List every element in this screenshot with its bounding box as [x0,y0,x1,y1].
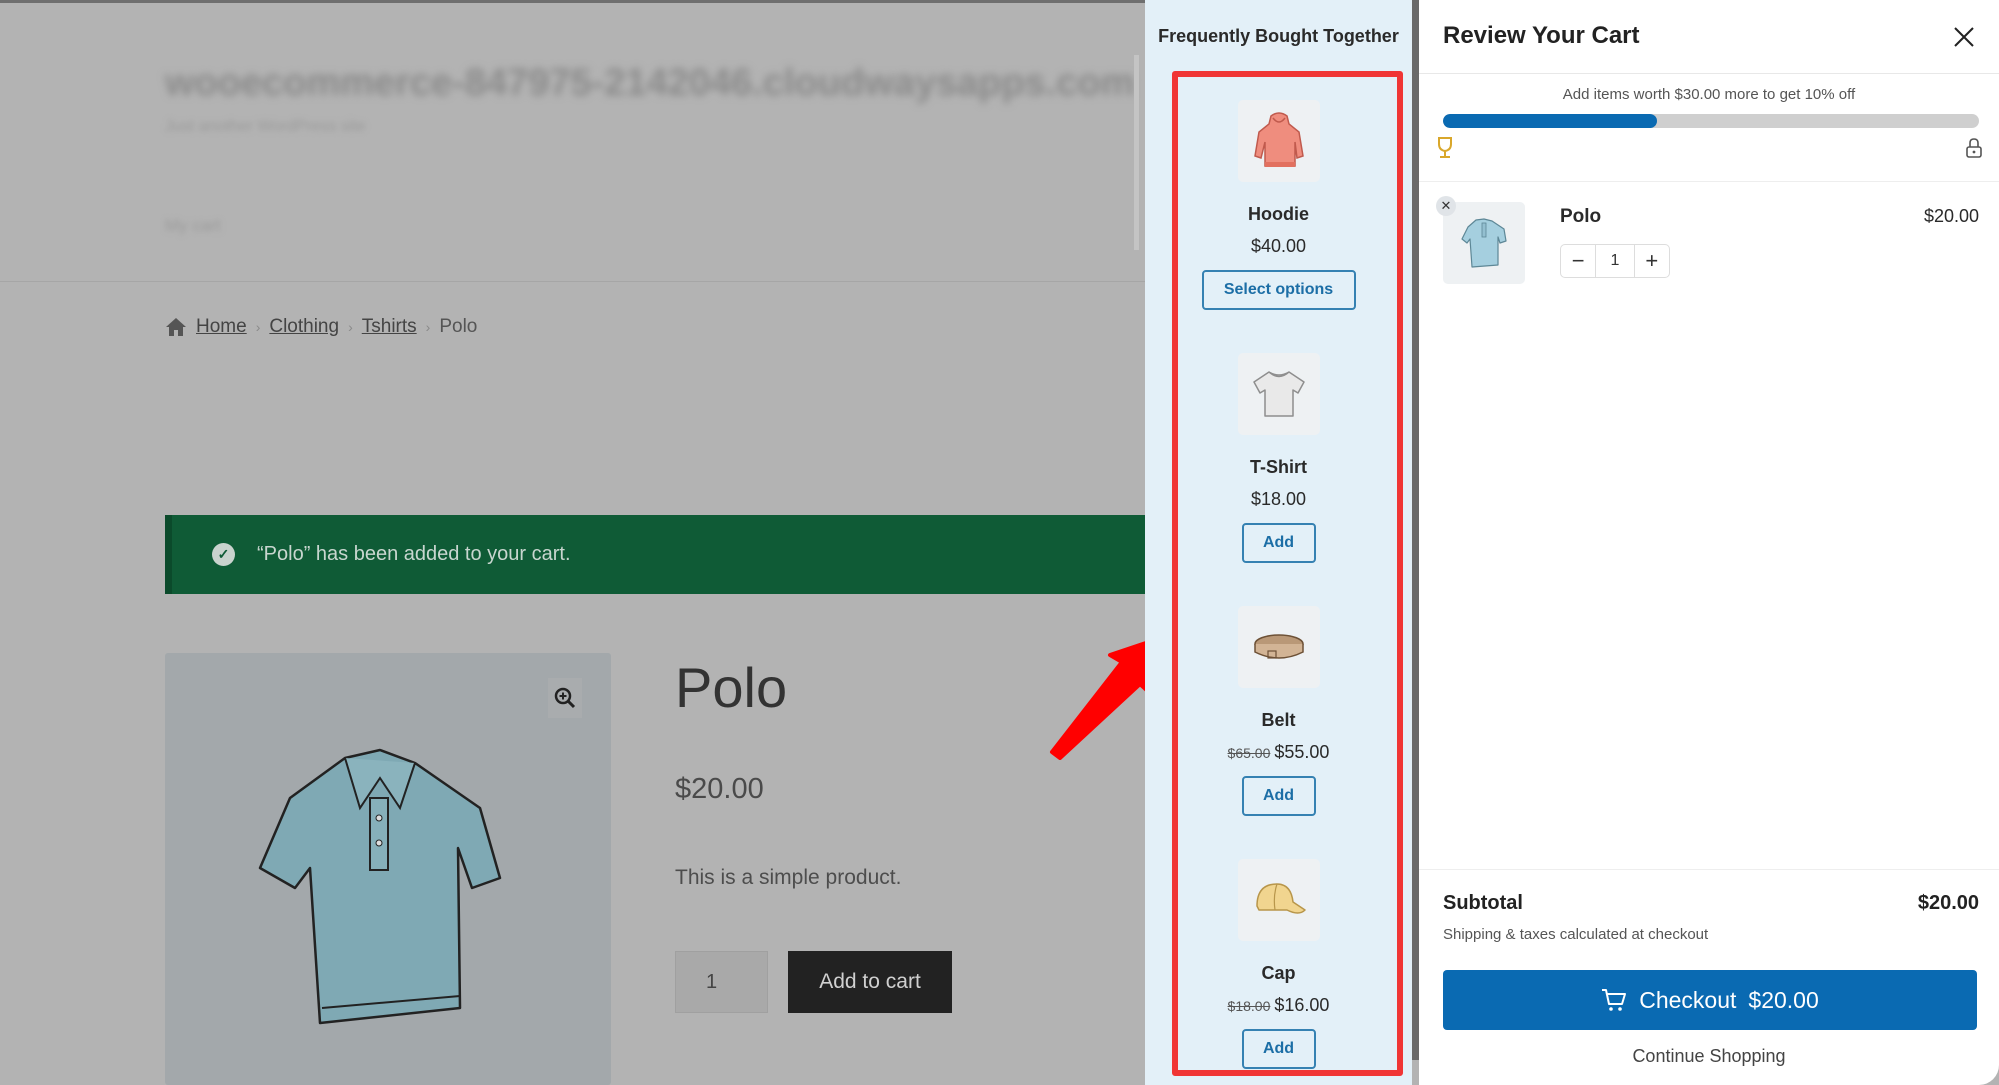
fbt-add-button[interactable]: Add [1241,1029,1316,1069]
checkout-amount: $20.00 [1748,986,1819,1013]
site-title[interactable]: wooecommerce-847975-2142046.cloudwaysapp… [165,62,1135,105]
fbt-item-belt: Belt $65.00 $55.00 Add [1145,606,1412,816]
store-page-background: wooecommerce-847975-2142046.cloudwaysapp… [0,0,1145,1085]
breadcrumb-clothing[interactable]: Clothing [269,316,339,338]
cap-icon [1255,883,1306,914]
progress-message: Add items worth $30.00 more to get 10% o… [1562,86,1856,103]
fbt-title: Frequently Bought Together [1158,26,1399,46]
cart-item: ✕ Polo $20.00 − 1 + [1436,196,1979,286]
product-description: This is a simple product. [675,866,902,889]
fbt-add-button[interactable]: Add [1241,776,1316,816]
quantity-input[interactable]: 1 [675,951,768,1013]
fbt-item-price: $18.00 $16.00 [1145,995,1412,1016]
hoodie-icon [1253,112,1304,167]
breadcrumb: Home › Clothing › Tshirts › Polo [165,316,477,338]
fbt-item-old-price: $18.00 [1227,998,1271,1014]
site-tagline: Just another WordPress site [165,118,366,135]
product-price: $20.00 [675,773,764,805]
tshirt-icon [1252,371,1305,417]
zoom-in-icon [554,687,576,709]
progress-fill [1443,114,1658,128]
added-to-cart-notice: ✓ “Polo” has been added to your cart. [165,515,1145,594]
polo-product-image [258,748,502,1025]
decrease-quantity-button[interactable]: − [1561,245,1595,277]
breadcrumb-tshirts[interactable]: Tshirts [362,316,417,338]
continue-shopping-link[interactable]: Continue Shopping [1419,1046,1999,1067]
fbt-item-image[interactable] [1237,859,1320,941]
cart-header: Review Your Cart [1419,0,1999,74]
fbt-item-name: Cap [1261,963,1296,983]
close-button[interactable] [1949,22,1979,52]
subtotal-label: Subtotal [1443,892,1523,914]
notice-text: “Polo” has been added to your cart. [257,543,571,565]
checkout-button[interactable]: Checkout $20.00 [1443,970,1977,1030]
site-menu-item[interactable]: My cart [165,216,221,236]
checkout-label: Checkout [1639,986,1737,1013]
fbt-item-image[interactable] [1237,353,1320,435]
fbt-item-current-price: $16.00 [1274,995,1330,1015]
remove-item-button[interactable]: ✕ [1436,196,1456,216]
panel-divider [1412,0,1419,1060]
cart-icon [1602,989,1627,1011]
fbt-item-price: $18.00 [1145,489,1412,510]
fbt-item-name: Hoodie [1248,204,1309,224]
cart-item-name: Polo [1560,206,1602,227]
cart-drawer: Review Your Cart Add items worth $30.00 … [1419,0,1999,1085]
fbt-item-name: Belt [1261,710,1296,730]
zoom-button[interactable] [548,678,582,718]
progress-bar [1443,114,1979,128]
breadcrumb-separator: › [348,319,353,335]
fbt-item-image[interactable] [1237,606,1320,688]
increase-quantity-button[interactable]: + [1635,245,1669,277]
belt-icon [1253,634,1304,659]
fbt-item-hoodie: Hoodie $40.00 Select options [1145,100,1412,310]
fbt-item-price: $65.00 $55.00 [1145,742,1412,763]
cart-item-price: $20.00 [1923,206,1979,226]
product-title: Polo [675,656,788,719]
shipping-note: Shipping & taxes calculated at checkout [1443,926,1709,943]
trophy-icon [1438,137,1452,158]
breadcrumb-separator: › [425,319,431,335]
remove-icon: ✕ [1440,198,1452,213]
breadcrumb-home[interactable]: Home [196,316,247,338]
fbt-item-cap: Cap $18.00 $16.00 Add [1145,859,1412,1069]
subtotal-value: $20.00 [1917,892,1979,914]
product-gallery[interactable] [165,653,611,1085]
fbt-item-image[interactable] [1237,100,1320,182]
fbt-item-tshirt: T-Shirt $18.00 Add [1145,353,1412,563]
plus-icon: + [1645,248,1659,273]
cart-title: Review Your Cart [1443,22,1640,49]
add-to-cart-button[interactable]: Add to cart [788,951,952,1013]
fbt-item-current-price: $55.00 [1274,742,1330,762]
header-divider [1134,55,1139,250]
fbt-item-old-price: $65.00 [1227,745,1271,761]
cart-item-image[interactable] [1443,202,1525,284]
close-icon [1954,27,1974,47]
check-circle-icon: ✓ [212,543,235,566]
fbt-add-button[interactable]: Add [1241,523,1316,563]
fbt-select-options-button[interactable]: Select options [1201,270,1356,310]
breadcrumb-separator: › [255,319,261,335]
lock-icon [1966,138,1982,158]
minus-icon: − [1571,248,1585,273]
site-header: wooecommerce-847975-2142046.cloudwaysapp… [0,0,1145,282]
fbt-item-name: T-Shirt [1250,457,1307,477]
polo-icon [1461,218,1507,268]
breadcrumb-current: Polo [439,316,478,337]
discount-progress: Add items worth $30.00 more to get 10% o… [1419,74,1999,182]
home-icon [166,318,186,336]
cart-footer: Subtotal $20.00 Shipping & taxes calcula… [1419,869,1999,1085]
quantity-stepper: − 1 + [1560,244,1670,278]
frequently-bought-together-panel: Frequently Bought Together Hoodie $40.00… [1145,0,1412,1085]
fbt-item-price: $40.00 [1145,236,1412,257]
quantity-value[interactable]: 1 [1595,245,1635,277]
fbt-item-current-price: $18.00 [1250,489,1307,509]
fbt-item-current-price: $40.00 [1250,236,1307,256]
